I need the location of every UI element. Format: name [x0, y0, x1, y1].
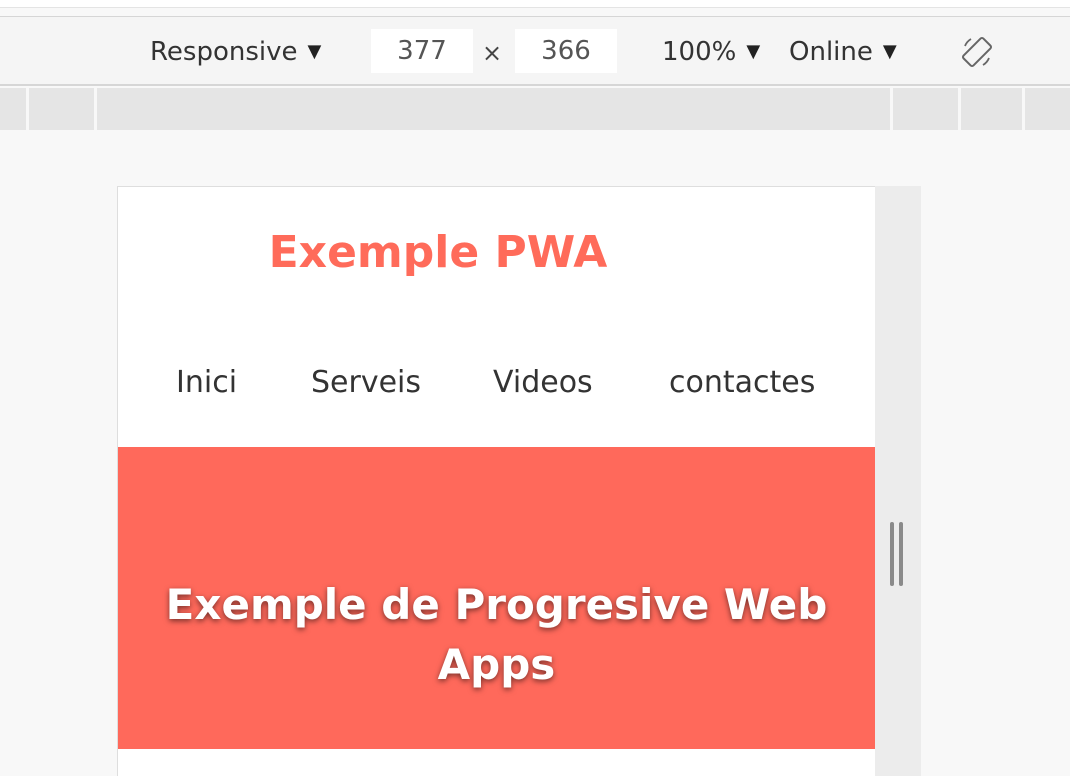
resize-gutter	[874, 186, 921, 776]
site-title: Exemple PWA	[268, 227, 608, 278]
emulated-page: Exemple PWA Inici Serveis Videos contact…	[117, 186, 875, 776]
main-nav: Inici Serveis Videos contactes	[118, 363, 875, 403]
width-input[interactable]: 377	[371, 29, 473, 73]
zoom-label: 100%	[662, 37, 737, 67]
throttling-select[interactable]: Online ▼	[789, 37, 897, 67]
resize-handle[interactable]	[890, 522, 894, 586]
ruler-marker	[26, 88, 29, 130]
caret-down-icon: ▼	[746, 41, 761, 62]
device-mode-select[interactable]: Responsive ▼	[150, 37, 321, 67]
dimension-separator: ×	[482, 39, 503, 67]
device-mode-label: Responsive	[150, 37, 298, 67]
caret-down-icon: ▼	[882, 41, 897, 62]
hero-banner: Exemple de Progresive Web Apps	[118, 447, 875, 749]
media-query-ruler	[0, 88, 1070, 130]
rotate-icon-svg	[961, 36, 993, 68]
nav-link-serveis[interactable]: Serveis	[311, 363, 421, 403]
nav-link-contactes[interactable]: contactes	[669, 363, 815, 403]
rotate-icon[interactable]	[959, 34, 995, 70]
ruler-marker	[958, 88, 961, 130]
ruler-marker	[890, 88, 893, 130]
height-input[interactable]: 366	[515, 29, 617, 73]
device-toolbar: Responsive ▼ 377 × 366 100% ▼ Online ▼	[0, 16, 1070, 86]
zoom-select[interactable]: 100% ▼	[662, 37, 760, 67]
ruler-marker	[1022, 88, 1025, 130]
nav-link-inici[interactable]: Inici	[176, 363, 237, 403]
devtools-responsive-viewport: Responsive ▼ 377 × 366 100% ▼ Online ▼ E…	[0, 0, 1070, 776]
throttling-label: Online	[789, 37, 873, 67]
nav-link-videos[interactable]: Videos	[493, 363, 593, 403]
hero-title: Exemple de Progresive Web Apps	[165, 580, 828, 689]
resize-handle[interactable]	[899, 522, 903, 586]
ruler-marker	[94, 88, 97, 130]
caret-down-icon: ▼	[307, 41, 322, 62]
top-border	[0, 0, 1070, 8]
